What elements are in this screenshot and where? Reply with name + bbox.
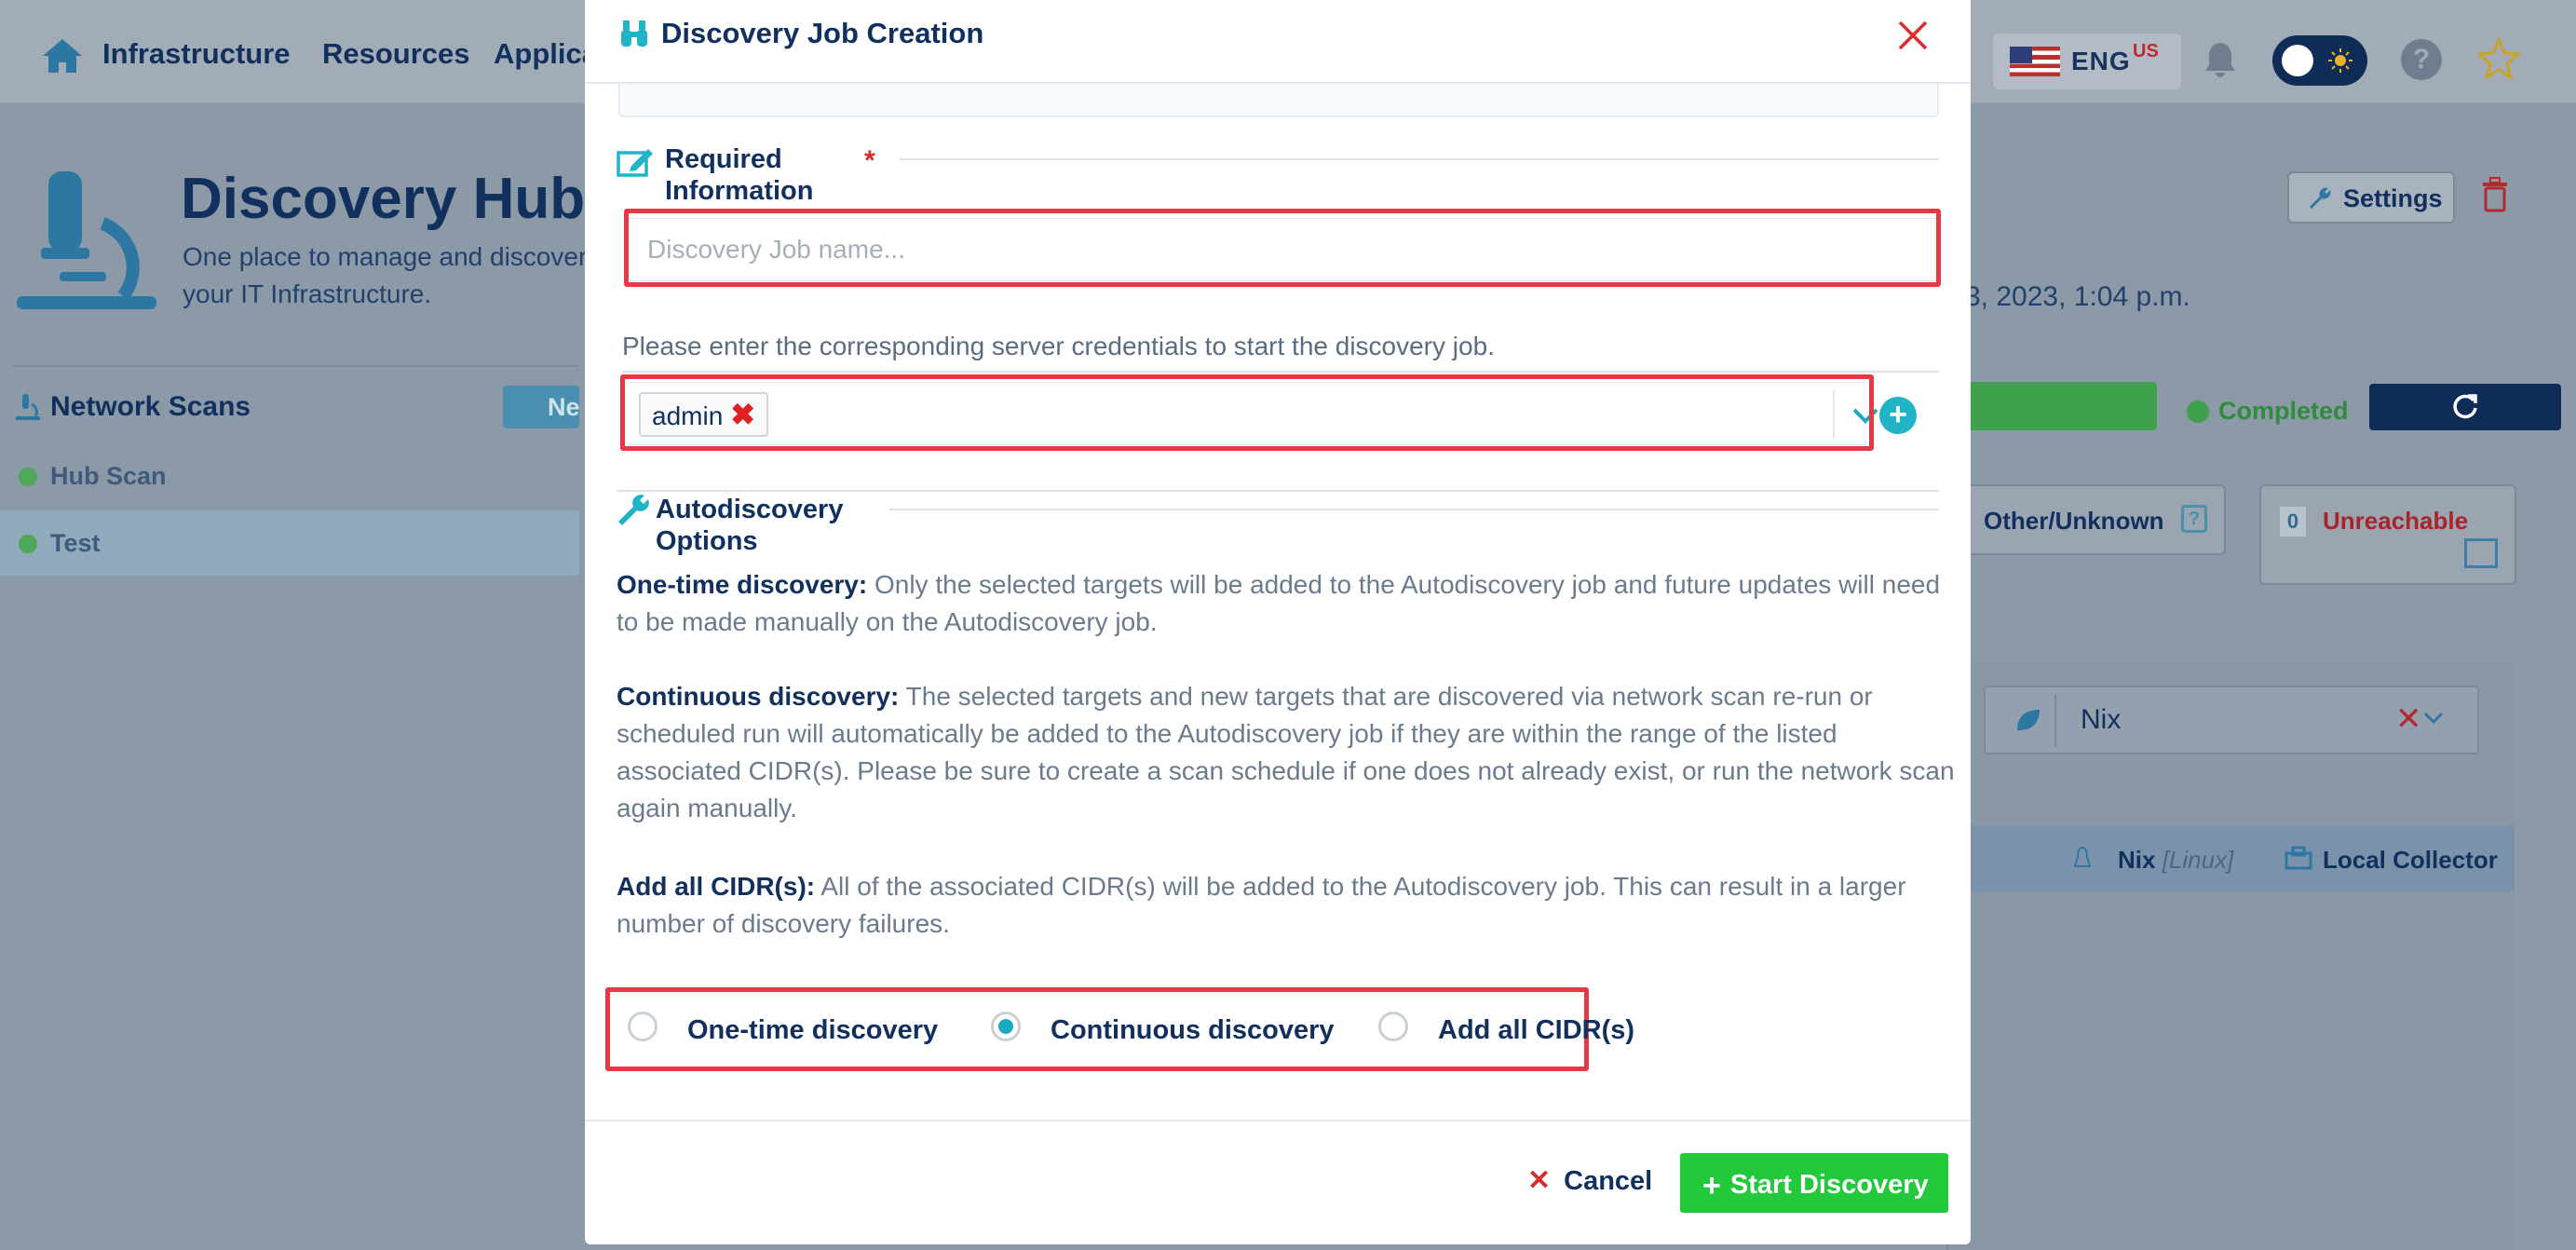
continuous-description: Continuous discovery: The selected targe…: [617, 682, 1955, 822]
collector-icon: [2285, 846, 2312, 870]
scan-item-label: Test: [50, 529, 101, 557]
os-filter-value: Nix: [2081, 704, 2122, 735]
edit-icon: [617, 149, 653, 177]
bell-icon[interactable]: [2203, 41, 2237, 78]
wrench-icon: [2310, 187, 2331, 209]
last-run-date: 3, 2023, 1:04 p.m.: [1965, 281, 2190, 312]
unreachable-count: 0: [2280, 507, 2306, 537]
progress-bar: [1946, 382, 2157, 430]
modal-header: Discovery Job Creation: [585, 0, 1971, 84]
unreachable-card[interactable]: 0 Unreachable: [2259, 484, 2516, 585]
star-icon[interactable]: [2477, 37, 2520, 80]
other-unknown-card[interactable]: Other/Unknown?: [1946, 484, 2226, 555]
start-discovery-button[interactable]: + Start Discovery: [1680, 1153, 1948, 1213]
language-selector[interactable]: ENG US: [1993, 34, 2181, 89]
microscope-small-icon: [16, 394, 40, 420]
one-time-description: One-time discovery: Only the selected ta…: [617, 570, 1941, 636]
close-icon: ✕: [1527, 1165, 1552, 1196]
credentials-prompt: Please enter the corresponding server cr…: [622, 332, 1495, 360]
page-title: Discovery Hub: [181, 167, 586, 231]
divider: [622, 371, 1939, 373]
other-unknown-label: Other/Unknown: [1984, 507, 2164, 535]
lock-screen-icon: [2464, 538, 2498, 568]
divider: [2054, 695, 2056, 747]
network-scans-heading: Network Scans: [50, 391, 251, 422]
add-credential-button[interactable]: +: [1879, 397, 1917, 434]
required-marker: *: [864, 145, 875, 176]
continuous-label[interactable]: Continuous discovery: [1051, 1015, 1335, 1046]
new-scan-label: Ne: [548, 393, 580, 421]
refresh-icon: [2453, 394, 2477, 419]
highlight-frame: [620, 374, 1874, 451]
divider: [617, 490, 1939, 492]
status-badge: Completed: [2187, 397, 2349, 426]
home-icon[interactable]: [41, 37, 84, 75]
continuous-radio[interactable]: [991, 1012, 1021, 1041]
sun-icon: [2328, 48, 2352, 73]
table-row[interactable]: Nix [Linux] Local Collector: [1946, 825, 2515, 892]
os-filter-select[interactable]: Nix ✕: [1984, 686, 2479, 754]
required-information-heading: Required Information: [665, 144, 814, 206]
check-icon: [19, 468, 37, 486]
discovery-job-modal: Discovery Job Creation Required Informat…: [585, 0, 1971, 1244]
trash-icon[interactable]: [2481, 177, 2509, 212]
check-icon: [19, 535, 37, 553]
row-os: Nix [Linux]: [2118, 846, 2234, 874]
divider: [13, 365, 579, 367]
scan-item-test[interactable]: Test: [0, 510, 579, 576]
add-all-cidrs-description: Add all CIDR(s): All of the associated C…: [617, 872, 1906, 938]
settings-label: Settings: [2343, 184, 2443, 212]
wrench-icon: [618, 495, 649, 525]
cancel-button[interactable]: ✕ Cancel: [1527, 1164, 1652, 1197]
chevron-down-icon[interactable]: [2423, 712, 2444, 725]
highlight-frame: [624, 209, 1941, 287]
binoculars-icon: [621, 20, 647, 47]
page-subtitle: One place to manage and discover your IT…: [183, 242, 588, 308]
divider: [900, 158, 1939, 160]
toggle-knob: [2282, 45, 2313, 76]
unreachable-label: Unreachable: [2323, 507, 2469, 535]
linux-icon: [2073, 846, 2092, 867]
cancel-label: Cancel: [1564, 1166, 1653, 1196]
add-all-cidrs-radio[interactable]: [1378, 1012, 1408, 1041]
question-icon: ?: [2181, 505, 2207, 533]
language-code: ENG: [2071, 47, 2131, 75]
add-all-cidrs-label[interactable]: Add all CIDR(s): [1438, 1015, 1634, 1046]
one-time-label[interactable]: One-time discovery: [687, 1015, 938, 1046]
clear-filter-icon[interactable]: ✕: [2395, 700, 2422, 738]
leaf-icon: [2017, 710, 2040, 730]
start-discovery-label: Start Discovery: [1729, 1170, 1929, 1200]
scan-item-label: Hub Scan: [50, 462, 167, 490]
refresh-button[interactable]: [2369, 384, 2561, 430]
us-flag-icon: [2010, 47, 2060, 76]
nav-infrastructure[interactable]: Infrastructure: [102, 37, 291, 71]
autodiscovery-options-heading: Autodiscovery Options: [656, 495, 844, 556]
region-code: US: [2133, 41, 2159, 61]
modal-title: Discovery Job Creation: [661, 17, 984, 49]
plus-icon: +: [1702, 1168, 1721, 1203]
new-scan-button[interactable]: Ne: [503, 386, 580, 428]
nav-applications[interactable]: Applica: [494, 37, 598, 71]
theme-toggle[interactable]: [2272, 35, 2367, 86]
divider: [888, 509, 1939, 510]
settings-button[interactable]: Settings: [2287, 171, 2455, 224]
modal-footer-divider: [585, 1120, 1971, 1121]
one-time-radio[interactable]: [628, 1012, 658, 1041]
nav-resources[interactable]: Resources: [322, 37, 470, 71]
scrolled-section-edge: [618, 84, 1939, 117]
microscope-icon: [17, 171, 156, 309]
row-collector: Local Collector: [2323, 846, 2498, 874]
close-icon[interactable]: [1894, 17, 1932, 54]
help-icon[interactable]: ?: [2401, 39, 2442, 80]
scan-item-hub-scan[interactable]: Hub Scan: [0, 443, 579, 509]
